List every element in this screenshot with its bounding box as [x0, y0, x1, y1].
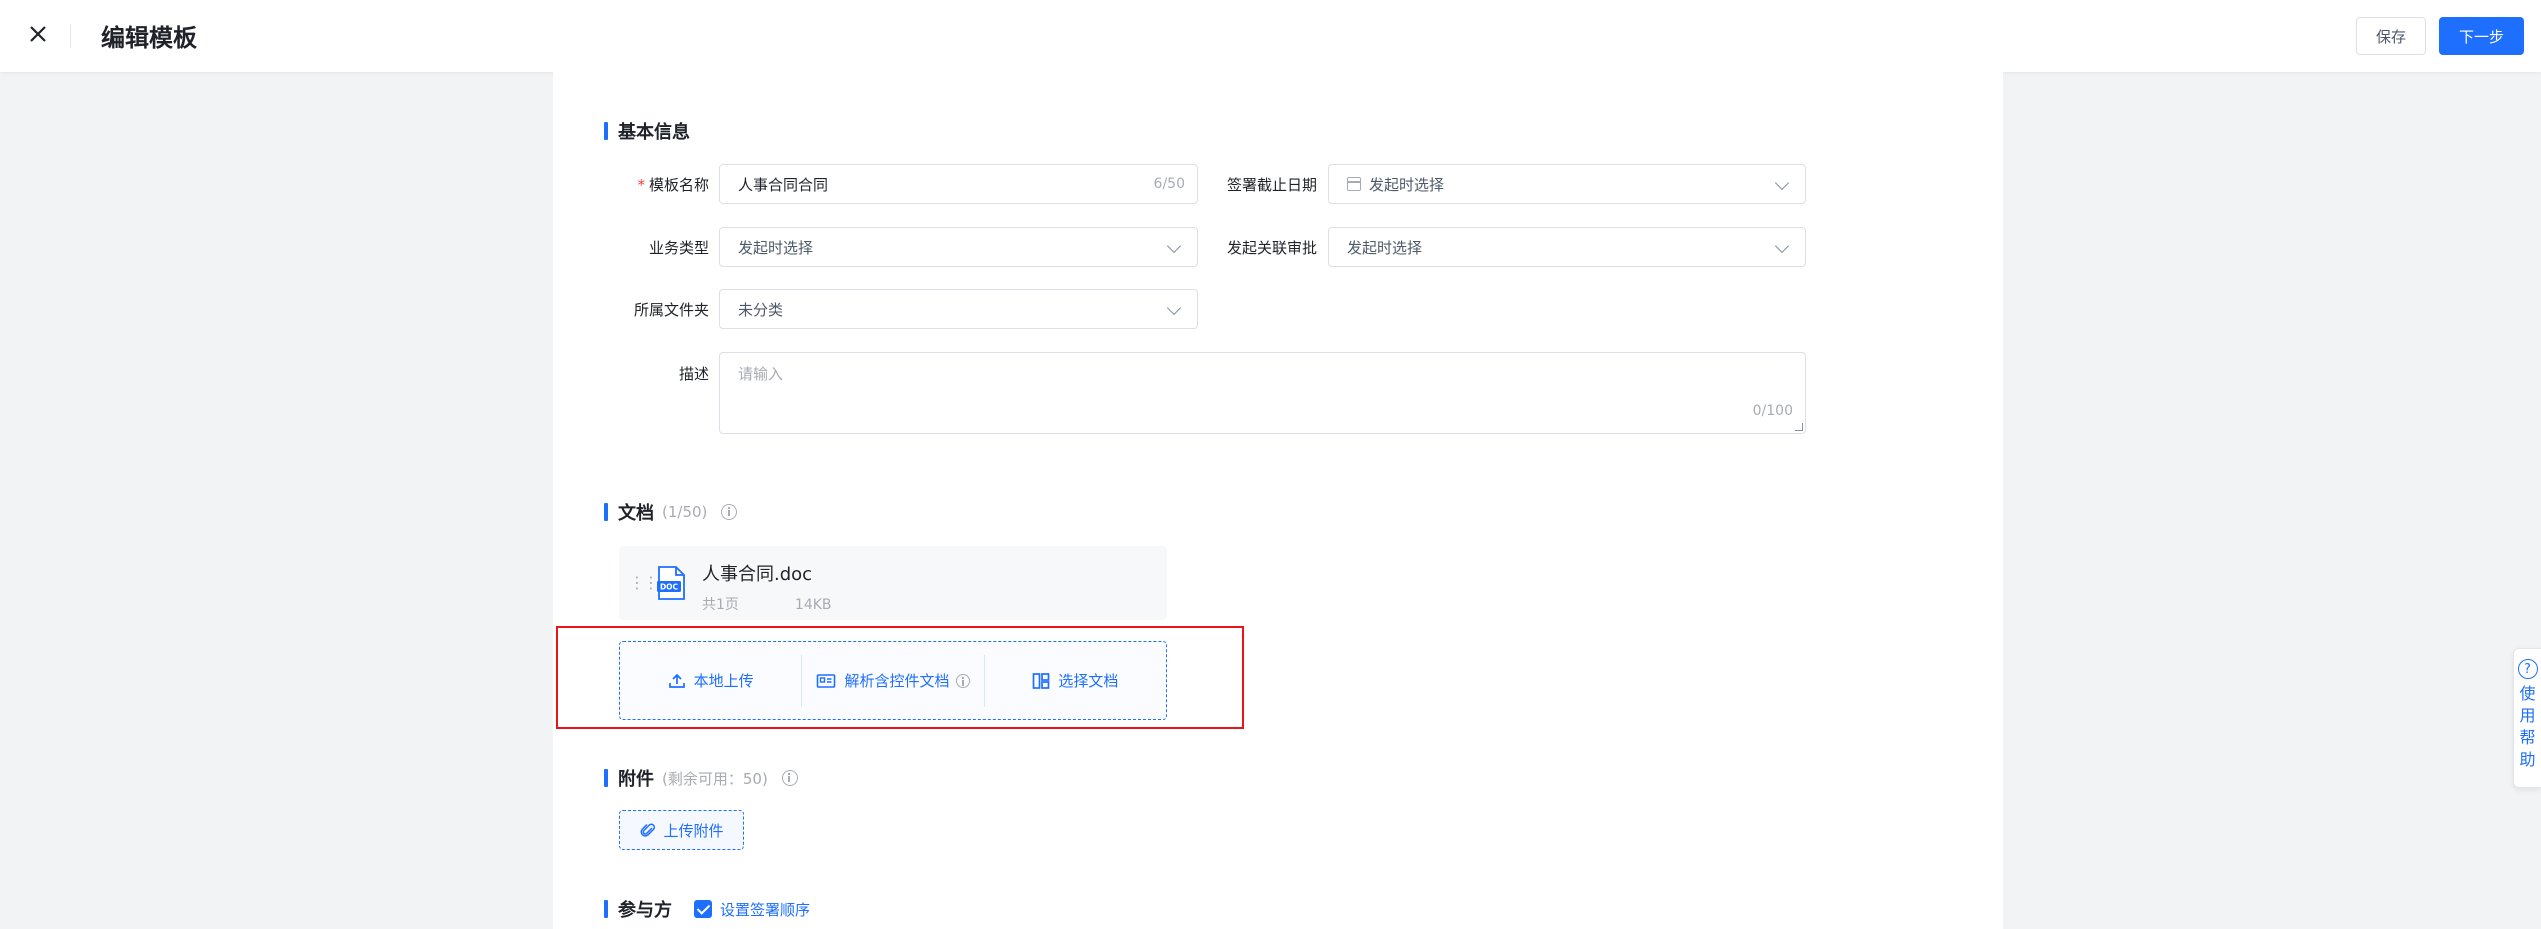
- deadline-picker[interactable]: 发起时选择: [1328, 164, 1806, 204]
- section-attachments: 附件 (剩余可用：50): [604, 765, 798, 791]
- section-marker: [604, 769, 608, 787]
- section-title: 附件: [618, 769, 654, 790]
- doc-count: (1/50): [662, 503, 708, 521]
- document-pages: 共1页: [702, 597, 739, 613]
- paperclip-icon: [641, 823, 656, 837]
- help-tab[interactable]: ? 使用帮助: [2513, 648, 2541, 788]
- doc-file-icon: DOC: [657, 566, 685, 600]
- upload-attachment-label: 上传附件: [663, 821, 724, 840]
- chevron-down-icon: [1166, 300, 1182, 316]
- info-icon[interactable]: [721, 504, 738, 520]
- document-name: 人事合同.doc: [702, 564, 813, 585]
- top-bar: 编辑模板 保存 下一步: [0, 0, 2541, 72]
- divider: [70, 24, 71, 48]
- chevron-down-icon: [1774, 238, 1790, 254]
- section-basic-info: 基本信息: [604, 118, 690, 144]
- chevron-down-icon: [1774, 175, 1790, 191]
- section-marker: [604, 122, 608, 140]
- section-marker: [604, 503, 608, 521]
- calendar-icon: [1347, 177, 1361, 191]
- section-participants: 参与方 设置签署顺序: [604, 896, 810, 922]
- save-button[interactable]: 保存: [2356, 17, 2426, 55]
- next-step-button[interactable]: 下一步: [2439, 17, 2524, 55]
- template-name-label: * 模板名称: [637, 176, 709, 194]
- section-marker: [604, 900, 608, 918]
- help-label: 使用帮助: [2519, 684, 2536, 769]
- template-name-value: 人事合同合同: [738, 175, 829, 194]
- page-title: 编辑模板: [101, 24, 197, 52]
- sign-order-checkbox[interactable]: [694, 900, 712, 918]
- section-documents: 文档 (1/50): [604, 499, 738, 525]
- question-icon: ?: [2517, 659, 2538, 679]
- approval-label: 发起关联审批: [1226, 239, 1317, 257]
- folder-select[interactable]: 未分类: [719, 289, 1198, 329]
- sign-order-label[interactable]: 设置签署顺序: [720, 899, 810, 920]
- approval-value: 发起时选择: [1347, 238, 1423, 257]
- desc-placeholder: 请输入: [738, 365, 784, 383]
- description-textarea[interactable]: 请输入 0/100: [719, 352, 1806, 434]
- deadline-value: 发起时选择: [1369, 175, 1445, 194]
- char-count: 0/100: [1752, 403, 1793, 419]
- section-title: 基本信息: [618, 122, 690, 143]
- approval-select[interactable]: 发起时选择: [1328, 227, 1806, 267]
- desc-label: 描述: [678, 365, 709, 383]
- document-meta: 共1页 14KB: [702, 594, 888, 614]
- folder-label: 所属文件夹: [633, 301, 709, 319]
- close-icon[interactable]: [26, 22, 50, 46]
- svg-text:DOC: DOC: [660, 583, 679, 592]
- biz-type-value: 发起时选择: [738, 238, 814, 257]
- char-count: 6/50: [1153, 176, 1185, 192]
- section-title: 文档: [618, 503, 654, 524]
- required-mark: *: [637, 176, 645, 194]
- drag-handle-icon[interactable]: ⋮⋮: [629, 573, 659, 592]
- document-size: 14KB: [794, 597, 832, 613]
- highlight-box: [556, 626, 1244, 729]
- resize-handle[interactable]: [1795, 423, 1803, 431]
- document-item[interactable]: ⋮⋮ DOC 人事合同.doc 共1页 14KB: [619, 546, 1167, 620]
- biz-type-select[interactable]: 发起时选择: [719, 227, 1198, 267]
- deadline-label: 签署截止日期: [1226, 176, 1317, 194]
- info-icon[interactable]: [781, 770, 798, 786]
- chevron-down-icon: [1166, 238, 1182, 254]
- section-title: 参与方: [618, 900, 672, 921]
- folder-value: 未分类: [738, 300, 784, 319]
- biz-type-label: 业务类型: [648, 239, 709, 257]
- template-name-input[interactable]: 人事合同合同 6/50: [719, 164, 1198, 204]
- attachment-remaining: (剩余可用：50): [662, 769, 768, 788]
- upload-attachment-button[interactable]: 上传附件: [619, 810, 744, 850]
